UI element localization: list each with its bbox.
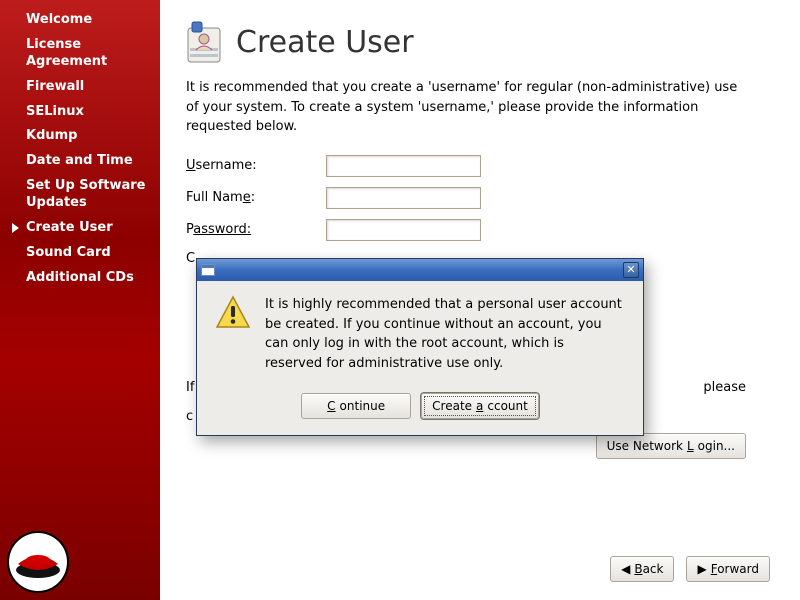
arrow-left-icon: ◀	[621, 563, 630, 575]
title-row: Create User	[186, 20, 770, 64]
redhat-logo-icon	[6, 530, 70, 594]
warning-icon	[215, 295, 251, 331]
use-network-login-button[interactable]: Use Network Login...	[596, 433, 746, 459]
fullname-input[interactable]	[326, 187, 481, 209]
forward-button[interactable]: ▶ Forward	[686, 556, 770, 582]
sidebar-item-soundcard[interactable]: Sound Card	[12, 241, 154, 266]
sidebar-item-kdump[interactable]: Kdump	[12, 124, 154, 149]
close-icon[interactable]: ✕	[623, 262, 639, 278]
sidebar-item-updates[interactable]: Set Up Software Updates	[12, 174, 154, 216]
password-label: Password:	[186, 222, 326, 237]
create-account-button[interactable]: Create account	[421, 393, 539, 419]
fullname-label: Full Name:	[186, 190, 326, 205]
note-left-fragment: If	[186, 378, 194, 398]
app-root: Welcome License Agreement Firewall SELin…	[0, 0, 800, 600]
wizard-footer: ◀ Back ▶ Forward	[610, 556, 770, 582]
sidebar: Welcome License Agreement Firewall SELin…	[0, 0, 160, 600]
username-label: Username:	[186, 158, 326, 173]
dialog-titlebar[interactable]: ✕	[197, 259, 643, 281]
sidebar-item-create-user[interactable]: Create User	[12, 216, 154, 241]
sidebar-item-additionalcds[interactable]: Additional CDs	[12, 266, 154, 291]
user-badge-icon	[186, 20, 222, 64]
username-input[interactable]	[326, 155, 481, 177]
sidebar-item-firewall[interactable]: Firewall	[12, 75, 154, 100]
dialog-message: It is highly recommended that a personal…	[265, 295, 625, 373]
sidebar-item-selinux[interactable]: SELinux	[12, 100, 154, 125]
continue-button[interactable]: Continue	[301, 393, 411, 419]
password-input[interactable]	[326, 219, 481, 241]
page-intro: It is recommended that you create a 'use…	[186, 78, 746, 137]
sidebar-item-datetime[interactable]: Date and Time	[12, 149, 154, 174]
back-button[interactable]: ◀ Back	[610, 556, 674, 582]
warning-dialog: ✕ It is highly recommended that a person…	[196, 258, 644, 436]
sidebar-item-welcome[interactable]: Welcome	[12, 8, 154, 33]
arrow-right-icon: ▶	[697, 563, 706, 575]
page-title: Create User	[236, 25, 414, 60]
window-icon	[201, 264, 215, 276]
note-right-fragment: please	[703, 378, 746, 398]
sidebar-item-license[interactable]: License Agreement	[12, 33, 154, 75]
sidebar-list: Welcome License Agreement Firewall SELin…	[12, 8, 154, 291]
